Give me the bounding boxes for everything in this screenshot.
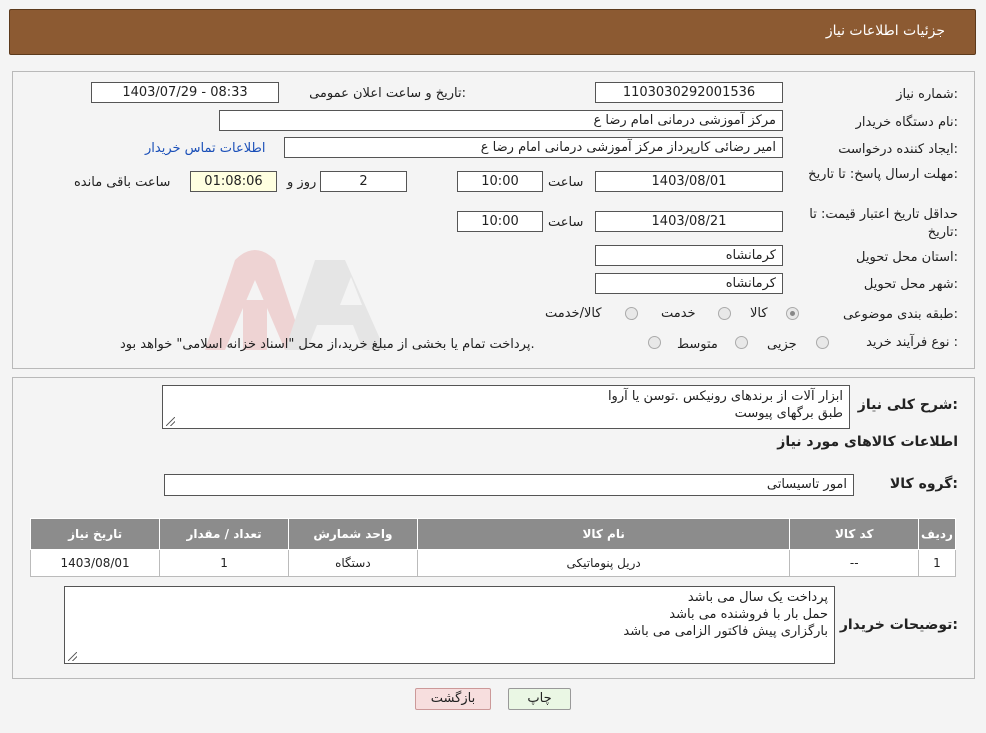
buyer-org-label: نام دستگاه خریدار: — [855, 115, 958, 130]
remaining-days-field: 2 — [320, 171, 407, 192]
goods-group-label: گروه کالا: — [889, 476, 958, 492]
col-need-date: تاریخ نیاز — [29, 518, 161, 550]
col-item-name: نام کالا — [416, 518, 791, 550]
cell-need-date: 1403/08/01 — [29, 549, 161, 577]
need-summary-line-2: طبق برگهای پیوست — [734, 406, 843, 421]
items-table: تاریخ نیاز تعداد / مقدار واحد شمارش نام … — [29, 518, 957, 577]
creator-label: ایجاد کننده درخواست: — [838, 142, 958, 157]
process-radio-medium[interactable] — [735, 336, 748, 349]
reply-time-label: ساعت — [548, 175, 584, 190]
cell-item-code: -- — [789, 549, 919, 577]
days-label: روز و — [287, 175, 317, 190]
cell-row-number: 1 — [917, 549, 957, 577]
cell-quantity: 1 — [159, 549, 289, 577]
price-validity-label: حداقل تاریخ اعتبار قیمت: تا تاریخ: — [809, 207, 958, 240]
cell-item-name: دریل پنوماتیکی — [416, 549, 791, 577]
resize-grip-icon[interactable] — [166, 417, 175, 426]
need-summary-textarea[interactable]: ابزار آلات از برندهای رونیکس .توسن یا آر… — [162, 385, 850, 429]
category-radio-service[interactable] — [718, 307, 731, 320]
process-label: نوع فرآیند خرید : — [866, 335, 958, 350]
category-radio-goods[interactable] — [786, 307, 799, 320]
city-field: کرمانشاه — [595, 273, 783, 294]
province-label: استان محل تحویل: — [856, 250, 958, 265]
table-row: 1403/08/01 1 دستگاه دریل پنوماتیکی -- 1 — [29, 549, 957, 577]
cell-unit: دستگاه — [287, 549, 418, 577]
remaining-time-label: ساعت باقی مانده — [74, 175, 171, 190]
need-summary-label: شرح کلی نیاز: — [857, 397, 958, 413]
category-option-goods-service: کالا/خدمت — [545, 306, 602, 321]
buyer-notes-line-2: حمل بار با فروشنده می باشد — [669, 607, 828, 622]
price-time-label: ساعت — [548, 215, 584, 230]
buyer-notes-textarea[interactable]: پرداخت یک سال می باشد حمل بار با فروشنده… — [64, 586, 835, 664]
table-header-row: تاریخ نیاز تعداد / مقدار واحد شمارش نام … — [29, 518, 957, 550]
col-unit: واحد شمارش — [287, 518, 418, 550]
category-radio-goods-service[interactable] — [625, 307, 638, 320]
price-date-field: 1403/08/21 — [595, 211, 783, 232]
process-option-minor: جزیی — [767, 337, 797, 352]
category-option-goods: کالا — [750, 306, 768, 321]
need-number-field: 1103030292001536 — [595, 82, 783, 103]
col-quantity: تعداد / مقدار — [159, 518, 289, 550]
col-item-code: کد کالا — [789, 518, 919, 550]
process-note: پرداخت تمام یا بخشی از مبلغ خرید،از محل … — [120, 337, 535, 352]
creator-field: امیر رضائی کارپرداز مرکز آموزشی درمانی ا… — [284, 137, 783, 158]
print-button[interactable]: چاپ — [508, 688, 571, 710]
reply-date-field: 1403/08/01 — [595, 171, 783, 192]
remaining-time-field: 01:08:06 — [190, 171, 277, 192]
goods-group-field: امور تاسیساتی — [164, 474, 854, 496]
reply-deadline-label: مهلت ارسال پاسخ: تا تاریخ: — [808, 167, 958, 182]
buyer-notes-label: توضیحات خریدار: — [839, 617, 958, 633]
announce-datetime-label: تاریخ و ساعت اعلان عمومی: — [309, 86, 466, 101]
reply-time-field: 10:00 — [457, 171, 543, 192]
back-button[interactable]: بازگشت — [415, 688, 491, 710]
page-header: جزئیات اطلاعات نیاز — [9, 9, 976, 55]
process-option-medium: متوسط — [677, 337, 718, 352]
province-field: کرمانشاه — [595, 245, 783, 266]
page-title: جزئیات اطلاعات نیاز — [825, 23, 945, 39]
process-radio-minor[interactable] — [816, 336, 829, 349]
buyer-contact-link[interactable]: اطلاعات تماس خریدار — [145, 141, 265, 156]
buyer-notes-line-1: پرداخت یک سال می باشد — [687, 590, 828, 605]
need-summary-line-1: ابزار آلات از برندهای رونیکس .توسن یا آر… — [607, 389, 843, 404]
announce-datetime-field: 1403/07/29 - 08:33 — [91, 82, 279, 103]
col-row-number: ردیف — [917, 518, 957, 550]
items-section-title: اطلاعات کالاهای مورد نیاز — [777, 434, 958, 450]
price-time-field: 10:00 — [457, 211, 543, 232]
category-option-service: خدمت — [661, 306, 696, 321]
category-label: طبقه بندی موضوعی: — [842, 307, 958, 322]
process-radio-treasury[interactable] — [648, 336, 661, 349]
city-label: شهر محل تحویل: — [863, 277, 958, 292]
need-number-label: شماره نیاز: — [896, 87, 958, 102]
resize-grip-icon[interactable] — [68, 652, 77, 661]
buyer-org-field: مرکز آموزشی درمانی امام رضا ع — [219, 110, 783, 131]
buyer-notes-line-3: بارگزاری پیش فاکتور الزامی می باشد — [623, 624, 828, 639]
